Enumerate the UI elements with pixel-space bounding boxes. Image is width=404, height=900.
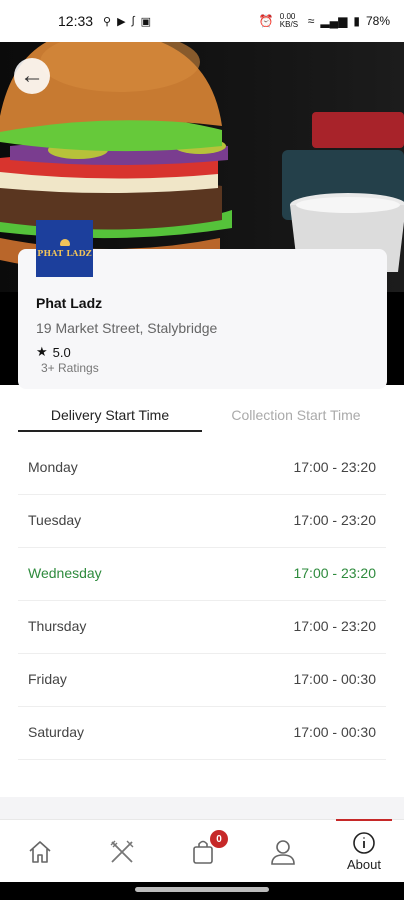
time-range: 17:00 - 23:20 [293,459,376,475]
bottom-navigation: 0 About [0,819,404,882]
restaurant-name: Phat Ladz [36,295,103,311]
time-range: 17:00 - 00:30 [293,724,376,740]
info-icon [353,832,375,854]
hours-list: Monday 17:00 - 23:20 Tuesday 17:00 - 23:… [0,442,404,760]
time-range: 17:00 - 23:20 [293,565,376,581]
hours-row-thursday: Thursday 17:00 - 23:20 [18,601,386,654]
nav-account[interactable] [243,820,323,883]
alarm-icon: ⏰ [258,14,274,28]
star-icon: ★ [36,344,48,359]
status-bar: 12:33 ⚲ ▶ ∫ ▣ ⏰ 0.00 KB/S ≈ ▂▄▆ ▮ 78% [0,0,404,42]
gallery-icon: ▣ [140,15,151,28]
tab-collection-start-time[interactable]: Collection Start Time [206,407,386,423]
divider-strip [0,797,404,819]
battery-icon: ▮ [353,14,360,28]
pin-icon: ⚲ [103,15,112,28]
day-label: Wednesday [28,565,102,581]
rating-value: 5.0 [52,344,71,360]
home-icon [29,840,51,863]
burger-logo-icon [59,239,70,246]
arrow-left-icon: ← [20,62,44,89]
signal-icon: ▂▄▆ [320,14,348,28]
fork-knife-icon [110,840,134,863]
hours-row-saturday: Saturday 17:00 - 00:30 [18,707,386,760]
day-label: Saturday [28,724,85,740]
hours-row-tuesday: Tuesday 17:00 - 23:20 [18,495,386,548]
time-range: 17:00 - 23:20 [293,618,376,634]
status-time: 12:33 [58,13,94,29]
nav-home[interactable] [0,820,80,883]
rating: ★ 5.0 [36,344,71,360]
time-tabs: Delivery Start Time Collection Start Tim… [0,385,404,433]
active-nav-indicator [336,819,392,821]
home-gesture-handle[interactable] [135,887,269,892]
nav-about-label: About [347,857,381,872]
data-rate: 0.00 KB/S [279,12,299,29]
user-icon [271,839,295,865]
logo-text: PHAT LADZ [37,248,92,258]
youtube-icon: ▶ [117,15,126,28]
tab-delivery-start-time[interactable]: Delivery Start Time [18,407,202,423]
battery-percent: 78% [365,14,390,28]
restaurant-logo: PHAT LADZ [36,220,93,277]
cart-count-badge: 0 [210,830,228,848]
hours-row-monday: Monday 17:00 - 23:20 [18,442,386,495]
nav-cart[interactable]: 0 [163,820,243,883]
hours-row-friday: Friday 17:00 - 00:30 [18,654,386,707]
shazam-icon: ∫ [131,14,135,27]
notification-icons: ⚲ ▶ ∫ ▣ [103,15,151,28]
day-label: Tuesday [28,512,82,528]
opening-hours-panel: Delivery Start Time Collection Start Tim… [0,385,404,819]
day-label: Friday [28,671,67,687]
system-icons: ⏰ 0.00 KB/S ≈ ▂▄▆ ▮ 78% [259,13,390,29]
active-tab-indicator [18,430,202,432]
nav-menu[interactable] [82,820,162,883]
time-range: 17:00 - 23:20 [293,512,376,528]
back-button[interactable]: ← [14,58,50,94]
hours-row-wednesday: Wednesday 17:00 - 23:20 [18,548,386,601]
day-label: Monday [28,459,78,475]
time-range: 17:00 - 00:30 [293,671,376,687]
restaurant-address: 19 Market Street, Stalybridge [36,320,218,336]
nav-about[interactable]: About [324,820,404,883]
rating-count: 3+ Ratings [41,361,99,375]
wifi-icon: ≈ [307,14,315,28]
day-label: Thursday [28,618,87,634]
